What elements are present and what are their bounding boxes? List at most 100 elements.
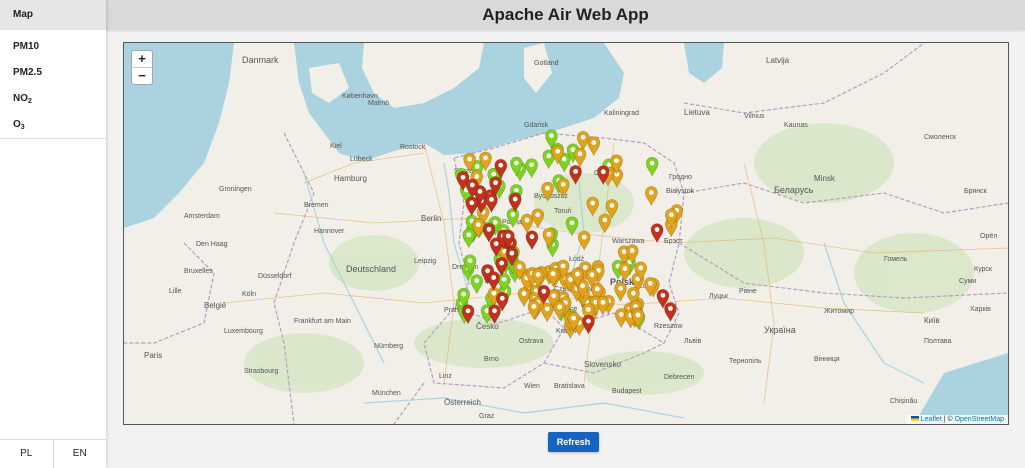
station-marker-good[interactable] <box>565 216 579 237</box>
marker-dot <box>573 169 578 174</box>
station-marker-poor[interactable] <box>525 230 539 251</box>
nav-item-o3[interactable]: O3 <box>0 112 106 138</box>
station-marker-moderate[interactable] <box>541 181 554 202</box>
marker-dot <box>580 283 586 289</box>
marker-dot <box>549 133 554 139</box>
language-button-en[interactable]: EN <box>52 440 107 468</box>
marker-pin-icon <box>573 147 587 168</box>
air-quality-map[interactable]: Danmark København Malmö Gotland Latvija … <box>123 42 1009 425</box>
station-marker-moderate[interactable] <box>598 213 612 234</box>
station-marker-poor[interactable] <box>569 165 582 186</box>
nav-divider <box>0 138 106 139</box>
station-marker-good[interactable] <box>506 208 520 229</box>
marker-dot <box>512 196 518 202</box>
openstreetmap-link[interactable]: OpenStreetMap <box>955 416 1004 423</box>
language-button-pl[interactable]: PL <box>0 440 53 468</box>
marker-dot <box>635 312 641 318</box>
station-marker-moderate[interactable] <box>517 287 531 308</box>
marker-pin-icon <box>487 271 500 292</box>
station-marker-moderate[interactable] <box>576 131 590 152</box>
marker-pin-icon <box>525 158 538 179</box>
marker-dot <box>467 258 473 264</box>
station-marker-moderate[interactable] <box>556 177 570 199</box>
marker-dot <box>529 162 535 168</box>
leaflet-link[interactable]: Leaflet <box>921 416 942 423</box>
marker-dot <box>493 180 498 186</box>
marker-dot <box>581 234 587 240</box>
station-marker-moderate[interactable] <box>645 186 658 207</box>
marker-dot <box>521 291 527 296</box>
station-marker-moderate[interactable] <box>587 136 601 157</box>
marker-dot <box>529 234 535 240</box>
marker-dot <box>485 268 490 274</box>
marker-dot <box>602 217 608 223</box>
refresh-button[interactable]: Refresh <box>548 432 599 452</box>
marker-dot <box>517 264 522 270</box>
map-attribution: Leaflet | © OpenStreetMap <box>906 415 1008 424</box>
marker-dot <box>580 134 586 140</box>
nav-item-map[interactable]: Map <box>0 0 106 30</box>
marker-dot <box>483 155 488 161</box>
marker-dot <box>509 250 515 256</box>
marker-pin-icon <box>531 208 545 229</box>
station-marker-moderate[interactable] <box>531 208 545 229</box>
station-marker-moderate[interactable] <box>614 282 627 303</box>
marker-dot <box>668 306 673 311</box>
marker-dot <box>546 153 552 159</box>
nav-item-label: PM10 <box>13 41 40 52</box>
station-marker-moderate[interactable] <box>577 230 591 251</box>
app-header: Apache Air Web App <box>106 0 1025 30</box>
station-marker-moderate[interactable] <box>527 300 541 321</box>
station-marker-poor[interactable] <box>487 271 500 292</box>
marker-pin-icon <box>645 186 658 207</box>
station-marker-good[interactable] <box>470 274 484 295</box>
marker-pin-icon <box>465 196 479 217</box>
marker-dot <box>618 312 624 317</box>
station-marker-moderate[interactable] <box>596 295 610 317</box>
station-markers-layer <box>454 129 684 340</box>
station-marker-good[interactable] <box>525 158 538 179</box>
attribution-separator: | © <box>941 416 955 423</box>
marker-dot <box>551 293 557 299</box>
nav-item-no2[interactable]: NO2 <box>0 86 106 112</box>
station-marker-poor[interactable] <box>582 314 595 335</box>
marker-dot <box>575 271 580 277</box>
station-marker-poor[interactable] <box>488 304 501 325</box>
station-marker-good[interactable] <box>645 156 659 177</box>
station-marker-poor[interactable] <box>664 302 677 323</box>
zoom-out-button[interactable]: − <box>132 67 152 84</box>
marker-dot <box>461 291 467 297</box>
station-marker-good[interactable] <box>462 228 476 249</box>
nav-item-pm25[interactable]: PM2.5 <box>0 60 106 86</box>
marker-dot <box>546 231 552 237</box>
marker-dot <box>638 265 644 271</box>
station-marker-poor[interactable] <box>650 223 664 244</box>
marker-pin-icon <box>645 156 659 177</box>
marker-pin-icon <box>525 230 539 251</box>
marker-dot <box>541 288 547 294</box>
station-marker-moderate[interactable] <box>520 213 534 234</box>
station-marker-moderate[interactable] <box>586 196 600 217</box>
marker-dot <box>535 272 541 277</box>
marker-dot <box>571 315 577 321</box>
marker-dot <box>544 306 550 312</box>
marker-pin-icon <box>582 314 595 335</box>
station-marker-poor[interactable] <box>465 196 479 217</box>
marker-dot <box>477 189 483 194</box>
marker-dot <box>466 232 472 238</box>
marker-pin-icon <box>488 304 501 325</box>
marker-dot <box>557 304 563 310</box>
marker-dot <box>647 281 653 286</box>
marker-dot <box>492 308 497 314</box>
station-marker-moderate[interactable] <box>618 262 632 283</box>
station-marker-moderate[interactable] <box>573 147 587 168</box>
marker-dot <box>510 212 516 217</box>
marker-dot <box>505 233 511 239</box>
marker-pin-icon <box>470 274 484 295</box>
nav-item-pm10[interactable]: PM10 <box>0 34 106 60</box>
marker-pin-icon <box>598 213 612 234</box>
zoom-in-button[interactable]: + <box>132 51 152 67</box>
marker-dot <box>493 241 499 247</box>
marker-dot <box>474 278 480 283</box>
marker-dot <box>591 140 597 146</box>
